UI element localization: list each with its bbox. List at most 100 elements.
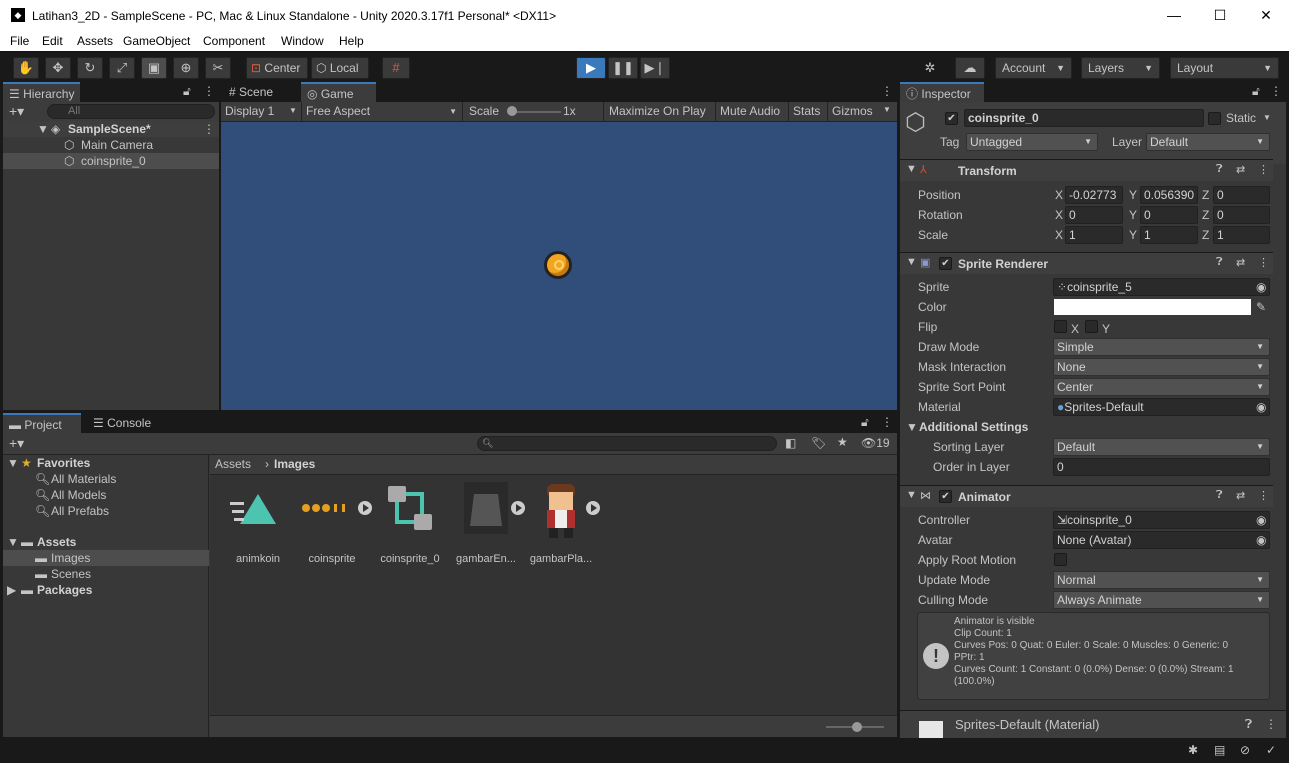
animator-enabled-checkbox[interactable]: ✔ xyxy=(939,490,952,503)
scale-slider-track[interactable] xyxy=(511,111,561,113)
maximize-button[interactable]: ☐ xyxy=(1197,0,1243,31)
hand-tool-icon[interactable]: ✋ xyxy=(13,57,39,79)
sprite-field[interactable]: ⁘coinsprite_5 xyxy=(1053,278,1270,296)
expand-arrow-icon[interactable]: ▼ xyxy=(37,121,49,137)
position-x-field[interactable]: -0.02773 xyxy=(1065,186,1123,204)
menu-file[interactable]: File xyxy=(10,34,29,48)
scale-slider-thumb[interactable] xyxy=(507,106,517,116)
filter-type-icon[interactable]: ◧ xyxy=(785,436,796,450)
tab-game[interactable]: ◎ Game xyxy=(301,82,376,102)
maximize-on-play-toggle[interactable]: Maximize On Play xyxy=(603,102,711,121)
favorite-item[interactable]: 🔍︎ All Prefabs xyxy=(3,503,209,519)
tab-console[interactable]: ☰ Console xyxy=(87,413,157,433)
packages-row[interactable]: ▶ ▬ Packages xyxy=(3,582,209,598)
favorite-star-icon[interactable]: ★ xyxy=(837,435,848,449)
more-icon[interactable]: ⋮ xyxy=(203,121,215,137)
tab-scene[interactable]: # Scene xyxy=(223,82,279,102)
object-picker-icon[interactable]: ◉ xyxy=(1256,400,1266,414)
culling-mode-dropdown[interactable]: Always Animate ▼ xyxy=(1053,591,1270,609)
asset-gambar-enemy[interactable]: gambarEn... xyxy=(446,480,526,565)
lock-icon[interactable]: 🔓︎ xyxy=(183,84,191,99)
more-icon[interactable]: ⋮ xyxy=(203,84,215,98)
help-icon[interactable]: ❓︎ xyxy=(1216,163,1223,176)
folder-scenes[interactable]: ▬ Scenes xyxy=(3,566,209,582)
more-icon[interactable]: ⋮ xyxy=(1258,489,1269,502)
scene-row[interactable]: ▼ ◈ SampleScene* ⋮ xyxy=(3,121,219,137)
transform-header[interactable]: ▼ ⅄ Transform ❓︎ ⇄ ⋮ xyxy=(900,159,1273,181)
favorite-item[interactable]: 🔍︎ All Materials xyxy=(3,471,209,487)
expand-arrow-icon[interactable]: ▼ xyxy=(7,534,19,550)
label-icon[interactable]: 🏷︎ xyxy=(811,436,826,450)
hierarchy-item[interactable]: ⬡ Main Camera xyxy=(3,137,219,153)
help-icon[interactable]: ❓︎ xyxy=(1245,717,1252,732)
sorting-layer-dropdown[interactable]: Default ▼ xyxy=(1053,438,1270,456)
material-field[interactable]: ●Sprites-Default xyxy=(1053,398,1270,416)
rotation-x-field[interactable]: 0 xyxy=(1065,206,1123,224)
favorites-row[interactable]: ▼ ★ Favorites xyxy=(3,455,209,471)
project-search-input[interactable]: 🔍︎ xyxy=(477,436,777,451)
custom-tool-icon[interactable]: ✂ xyxy=(205,57,231,79)
foldout-arrow-icon[interactable]: ▼ xyxy=(906,163,917,175)
hierarchy-search-input[interactable]: All xyxy=(47,104,215,119)
rect-tool-icon[interactable]: ▣ xyxy=(141,57,167,79)
pivot-local-button[interactable]: ⬡ Local xyxy=(311,57,369,79)
controller-field[interactable]: ⇲coinsprite_0 xyxy=(1053,511,1270,529)
layer-dropdown[interactable]: Default ▼ xyxy=(1146,133,1270,151)
scale-tool-icon[interactable]: ⤢ xyxy=(109,57,135,79)
more-icon[interactable]: ⋮ xyxy=(1258,163,1269,176)
pivot-center-button[interactable]: ⊡ Center xyxy=(246,57,308,79)
active-checkbox[interactable]: ✔ xyxy=(945,112,958,125)
static-checkbox[interactable] xyxy=(1208,112,1221,125)
add-icon[interactable]: +▾ xyxy=(9,435,24,452)
move-tool-icon[interactable]: ✥ xyxy=(45,57,71,79)
folder-images[interactable]: ▬ Images xyxy=(3,550,209,566)
chevron-down-icon[interactable]: ▼ xyxy=(883,105,891,114)
object-picker-icon[interactable]: ◉ xyxy=(1256,533,1266,547)
eyedropper-icon[interactable]: ✎ xyxy=(1256,300,1266,314)
material-footer[interactable]: Sprites-Default (Material) ❓︎ ⋮ xyxy=(900,710,1286,738)
breadcrumb-images[interactable]: Images xyxy=(274,457,315,471)
checkmark-icon[interactable]: ✓ xyxy=(1266,743,1276,757)
preset-icon[interactable]: ⇄ xyxy=(1236,256,1245,269)
menu-component[interactable]: Component xyxy=(203,34,265,48)
grid-snap-icon[interactable]: # xyxy=(382,57,410,79)
avatar-field[interactable]: None (Avatar) xyxy=(1053,531,1270,549)
add-icon[interactable]: +▾ xyxy=(9,103,24,120)
chevron-down-icon[interactable]: ▼ xyxy=(1263,113,1271,122)
stats-toggle[interactable]: Stats xyxy=(788,102,824,121)
foldout-arrow-icon[interactable]: ▼ xyxy=(906,420,918,434)
update-mode-dropdown[interactable]: Normal ▼ xyxy=(1053,571,1270,589)
gizmos-toggle[interactable]: Gizmos xyxy=(827,102,877,121)
breadcrumb-assets[interactable]: Assets xyxy=(215,457,251,471)
sprite-renderer-enabled-checkbox[interactable]: ✔ xyxy=(939,257,952,270)
rotation-z-field[interactable]: 0 xyxy=(1213,206,1270,224)
cloud-icon[interactable]: ☁ xyxy=(955,57,985,79)
asset-gambar-player[interactable]: gambarPla... xyxy=(521,480,601,565)
draw-mode-dropdown[interactable]: Simple ▼ xyxy=(1053,338,1270,356)
more-icon[interactable]: ⋮ xyxy=(1265,717,1277,731)
asset-coinsprite-0[interactable]: coinsprite_0 xyxy=(370,480,450,565)
more-icon[interactable]: ⋮ xyxy=(881,415,893,429)
cache-server-icon[interactable]: ▤ xyxy=(1214,743,1225,757)
flip-x-checkbox[interactable] xyxy=(1054,320,1067,333)
lock-icon[interactable]: 🔓︎ xyxy=(1252,84,1260,99)
tab-project[interactable]: ▬ Project xyxy=(3,413,81,433)
minimize-button[interactable]: — xyxy=(1151,0,1197,31)
pause-button[interactable]: ❚❚ xyxy=(608,57,638,79)
play-button[interactable]: ▶ xyxy=(576,57,606,79)
mask-interaction-dropdown[interactable]: None ▼ xyxy=(1053,358,1270,376)
step-button[interactable]: ▶❘ xyxy=(640,57,670,79)
menu-help[interactable]: Help xyxy=(339,34,364,48)
order-in-layer-field[interactable]: 0 xyxy=(1053,458,1270,476)
menu-assets[interactable]: Assets xyxy=(77,34,113,48)
tab-hierarchy[interactable]: ☰ Hierarchy xyxy=(3,82,81,102)
flip-y-checkbox[interactable] xyxy=(1085,320,1098,333)
scale-z-field[interactable]: 1 xyxy=(1213,226,1270,244)
lock-icon[interactable]: 🔓︎ xyxy=(861,415,869,430)
expand-arrow-icon[interactable]: ▶ xyxy=(7,582,16,598)
sprite-renderer-header[interactable]: ▼ ▣ ✔ Sprite Renderer ❓︎ ⇄ ⋮ xyxy=(900,252,1273,274)
close-button[interactable]: ✕ xyxy=(1243,0,1289,31)
expand-arrow-icon[interactable]: ▼ xyxy=(7,455,19,471)
sort-point-dropdown[interactable]: Center ▼ xyxy=(1053,378,1270,396)
rotation-y-field[interactable]: 0 xyxy=(1140,206,1198,224)
